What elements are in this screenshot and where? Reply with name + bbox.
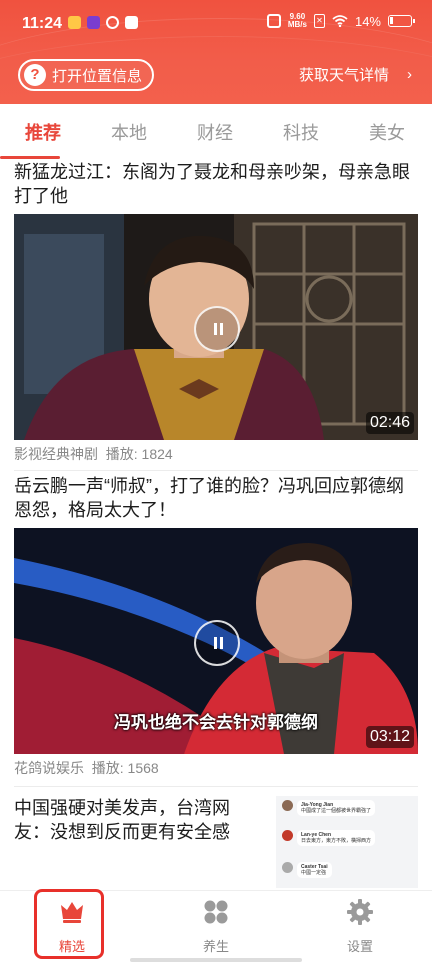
app-notification-icon xyxy=(125,16,138,29)
article-title[interactable]: 岳云鹏一声“师叔”，打了谁的脸？冯巩回应郭德纲恩怨，格局太大了！ xyxy=(14,474,418,522)
battery-percent: 14% xyxy=(354,13,381,29)
chevron-right-icon: › xyxy=(407,66,412,83)
article-thumbnail[interactable]: Jia-Yong Jian 中國成了這一個都被世界霸強了 Lan-ye Chen 日… xyxy=(276,796,418,888)
home-indicator[interactable] xyxy=(130,958,302,962)
video-thumbnail[interactable]: 冯巩也绝不会去针对郭德纲 03:12 xyxy=(14,528,418,754)
notification-icons xyxy=(68,16,138,29)
battery-fill xyxy=(390,17,393,24)
status-bar: 11:24 9.60 MB/s ✕ 14% xyxy=(0,0,432,48)
gear-icon xyxy=(347,899,373,925)
category-tabs: 推荐 本地 财经 科技 美女 xyxy=(0,104,432,160)
nav-item-health[interactable]: 养生 xyxy=(176,899,256,955)
pause-icon[interactable] xyxy=(194,306,240,352)
battery-icon xyxy=(388,15,415,27)
tab-tech[interactable]: 科技 xyxy=(258,119,344,145)
article-source: 花鸽说娱乐 xyxy=(14,760,84,776)
video-thumbnail[interactable]: 02:46 xyxy=(14,214,418,440)
avatar xyxy=(282,800,293,811)
net-speed: 9.60 MB/s xyxy=(288,13,307,29)
header: 11:24 9.60 MB/s ✕ 14% ? 打开位置信息 获取天气详情 › xyxy=(0,0,432,104)
nfc-icon: ✕ xyxy=(313,14,325,28)
article-meta: 花鸽说娱乐 播放: 1568 xyxy=(14,758,159,778)
video-duration: 02:46 xyxy=(365,412,414,434)
article-card[interactable]: 中国强硬对美发声，台湾网友：没想到反而更有安全感 Jia-Yong Jian 中國… xyxy=(14,796,418,888)
question-icon: ? xyxy=(24,64,46,86)
status-indicators: 9.60 MB/s ✕ 14% xyxy=(266,13,415,29)
article-title[interactable]: 中国强硬对美发声，台湾网友：没想到反而更有安全感 xyxy=(14,796,264,844)
video-duration: 03:12 xyxy=(365,726,414,748)
article-card[interactable]: 新猛龙过江：东阁为了聂龙和母亲吵架，母亲急眼打了他 02:46 影视经典神剧 播… xyxy=(14,160,418,466)
app-notification-icon xyxy=(87,16,100,29)
weather-details-label: 获取天气详情 xyxy=(298,67,389,84)
open-location-label: 打开位置信息 xyxy=(52,67,143,85)
nav-label: 养生 xyxy=(202,939,229,954)
article-plays: 播放: 1824 xyxy=(105,446,173,462)
open-location-button[interactable]: ? 打开位置信息 xyxy=(18,59,155,91)
tab-finance[interactable]: 财经 xyxy=(172,119,258,145)
tab-local[interactable]: 本地 xyxy=(86,119,172,145)
chat-comment: Caster Tsai 中國一定強 xyxy=(282,862,332,878)
avatar xyxy=(282,862,293,873)
wifi-icon xyxy=(332,15,348,27)
chat-text: 中國一定強 xyxy=(301,870,327,876)
article-card[interactable]: 岳云鹏一声“师叔”，打了谁的脸？冯巩回应郭德纲恩怨，格局太大了！ 冯巩也绝不会去… xyxy=(14,474,418,784)
chat-comment: Jia-Yong Jian 中國成了這一個都被世界霸強了 xyxy=(282,800,376,816)
vibrate-icon xyxy=(266,14,281,28)
tab-recommend[interactable]: 推荐 xyxy=(0,119,86,145)
video-subtitle: 冯巩也绝不会去针对郭德纲 xyxy=(114,713,318,733)
app-notification-icon xyxy=(106,16,119,29)
selection-highlight xyxy=(34,889,104,959)
chat-bubble: Jia-Yong Jian 中國成了這一個都被世界霸強了 xyxy=(297,800,376,816)
article-meta: 影视经典神剧 播放: 1824 xyxy=(14,444,173,464)
grid-icon xyxy=(204,900,228,924)
article-plays: 播放: 1568 xyxy=(91,760,159,776)
chat-bubble: Lan-ye Chen 日去東方，東方不敗，橫掃西方 xyxy=(297,830,376,846)
tab-beauty[interactable]: 美女 xyxy=(344,119,430,145)
chat-comment: Lan-ye Chen 日去東方，東方不敗，橫掃西方 xyxy=(282,830,376,846)
nav-item-settings[interactable]: 设置 xyxy=(320,899,400,955)
divider xyxy=(14,470,418,471)
app-notification-icon xyxy=(68,16,81,29)
article-title[interactable]: 新猛龙过江：东阁为了聂龙和母亲吵架，母亲急眼打了他 xyxy=(14,160,418,208)
avatar xyxy=(282,830,293,841)
nav-label: 设置 xyxy=(346,939,373,954)
active-tab-indicator xyxy=(0,156,60,159)
net-speed-unit: MB/s xyxy=(287,20,307,29)
pause-icon[interactable] xyxy=(194,620,240,666)
chat-text: 日去東方，東方不敗，橫掃西方 xyxy=(301,838,372,844)
divider xyxy=(14,786,418,787)
article-source: 影视经典神剧 xyxy=(14,446,98,462)
status-time: 11:24 xyxy=(22,15,63,32)
chat-bubble: Caster Tsai 中國一定強 xyxy=(297,862,332,878)
chat-text: 中國成了這一個都被世界霸強了 xyxy=(301,808,372,814)
weather-details-link[interactable]: 获取天气详情 › xyxy=(299,64,412,85)
